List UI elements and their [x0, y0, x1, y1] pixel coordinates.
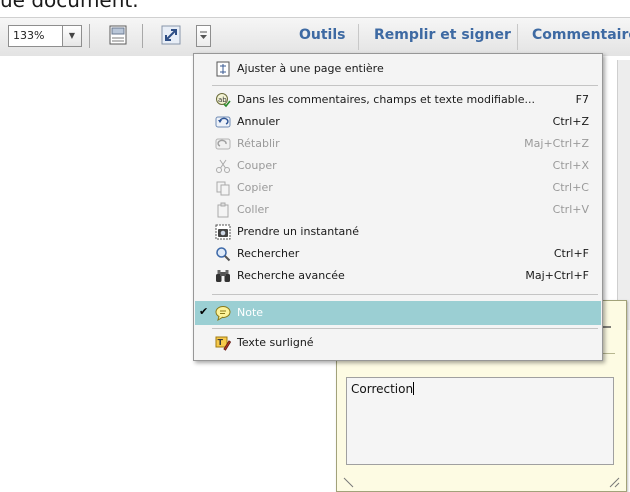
menu-item-label: Copier	[237, 181, 273, 194]
document-text-snippet: ue document.	[0, 0, 139, 12]
checkmark-icon: ✔	[199, 305, 209, 318]
menu-item-label: Ajuster à une page entière	[237, 62, 384, 75]
menu-item-label: Rétablir	[237, 137, 280, 150]
note-icon	[215, 305, 231, 322]
menu-item-shortcut: Maj+Ctrl+Z	[524, 137, 589, 150]
menu-item-label: Annuler	[237, 115, 280, 128]
menu-separator	[212, 294, 598, 295]
menu-item-label: Couper	[237, 159, 277, 172]
fit-page-icon[interactable]	[107, 24, 129, 46]
tab-tools[interactable]: Outils	[299, 27, 346, 43]
camera-icon	[215, 224, 231, 240]
menu-separator	[212, 328, 598, 329]
redo-icon	[215, 136, 231, 152]
menu-item-copy: Copier Ctrl+C	[195, 177, 601, 199]
menu-item-shortcut: Ctrl+C	[552, 181, 589, 194]
tab-separator	[358, 24, 359, 50]
vertical-scrollbar[interactable]	[617, 60, 630, 330]
menu-item-label: Rechercher	[237, 247, 300, 260]
resize-handle-right-icon[interactable]	[608, 473, 620, 488]
menu-item-shortcut: Ctrl+V	[552, 203, 589, 216]
menu-item-paste: Coller Ctrl+V	[195, 199, 601, 221]
zoom-dropdown-button[interactable]: ▼	[62, 25, 82, 47]
menu-item-fit-page[interactable]: Ajuster à une page entière	[195, 58, 601, 80]
tab-fill-and-sign[interactable]: Remplir et signer	[374, 27, 511, 43]
toolbar-separator	[89, 24, 90, 48]
menu-item-label: Recherche avancée	[237, 269, 345, 282]
note-text-input[interactable]: Correction	[346, 377, 614, 465]
menu-item-undo[interactable]: Annuler Ctrl+Z	[195, 111, 601, 133]
menu-item-redo: Rétablir Maj+Ctrl+Z	[195, 133, 601, 155]
fit-page-icon	[215, 61, 231, 77]
search-icon	[215, 246, 231, 262]
note-text: Correction	[351, 382, 414, 396]
fullscreen-icon[interactable]	[160, 24, 182, 46]
menu-item-shortcut: Ctrl+Z	[552, 115, 589, 128]
text-caret	[413, 382, 415, 395]
binoculars-icon	[215, 268, 231, 284]
toolbar: 133% ▼ Outils Remplir et signer Commenta…	[0, 17, 630, 57]
highlight-icon: T	[215, 335, 232, 351]
menu-item-note[interactable]: ✔ Note	[195, 301, 601, 325]
copy-icon	[215, 180, 231, 196]
undo-icon	[215, 114, 231, 130]
menu-item-label: Texte surligné	[237, 336, 314, 349]
tab-comment[interactable]: Commentaire	[532, 27, 630, 43]
menu-separator	[212, 85, 598, 86]
zoom-input[interactable]: 133%	[8, 25, 66, 47]
svg-text:T: T	[218, 338, 224, 347]
menu-item-label: Coller	[237, 203, 269, 216]
context-menu: Ajuster à une page entière ab Dans les c…	[193, 53, 603, 361]
toolbar-separator	[142, 24, 143, 48]
menu-item-label: Note	[237, 306, 264, 319]
menu-item-spellcheck[interactable]: ab Dans les commentaires, champs et text…	[195, 89, 601, 111]
menu-item-shortcut: Maj+Ctrl+F	[525, 269, 589, 282]
menu-item-label: Dans les commentaires, champs et texte m…	[237, 93, 535, 106]
menu-item-cut: Couper Ctrl+X	[195, 155, 601, 177]
spellcheck-icon: ab	[215, 92, 231, 108]
svg-text:ab: ab	[218, 96, 227, 104]
menu-item-highlight-text[interactable]: T Texte surligné	[195, 332, 601, 354]
paste-icon	[215, 202, 231, 218]
menu-item-snapshot[interactable]: Prendre un instantané	[195, 221, 601, 243]
menu-item-shortcut: F7	[575, 93, 589, 106]
menu-item-advanced-search[interactable]: Recherche avancée Maj+Ctrl+F	[195, 265, 601, 287]
menu-item-shortcut: Ctrl+X	[552, 159, 589, 172]
more-tools-dropdown-button[interactable]	[196, 25, 211, 47]
menu-item-search[interactable]: Rechercher Ctrl+F	[195, 243, 601, 265]
cut-icon	[215, 158, 231, 174]
menu-item-label: Prendre un instantané	[237, 225, 360, 238]
tab-separator	[517, 24, 518, 50]
resize-handle-left-icon[interactable]	[343, 473, 355, 488]
menu-item-shortcut: Ctrl+F	[553, 247, 589, 260]
